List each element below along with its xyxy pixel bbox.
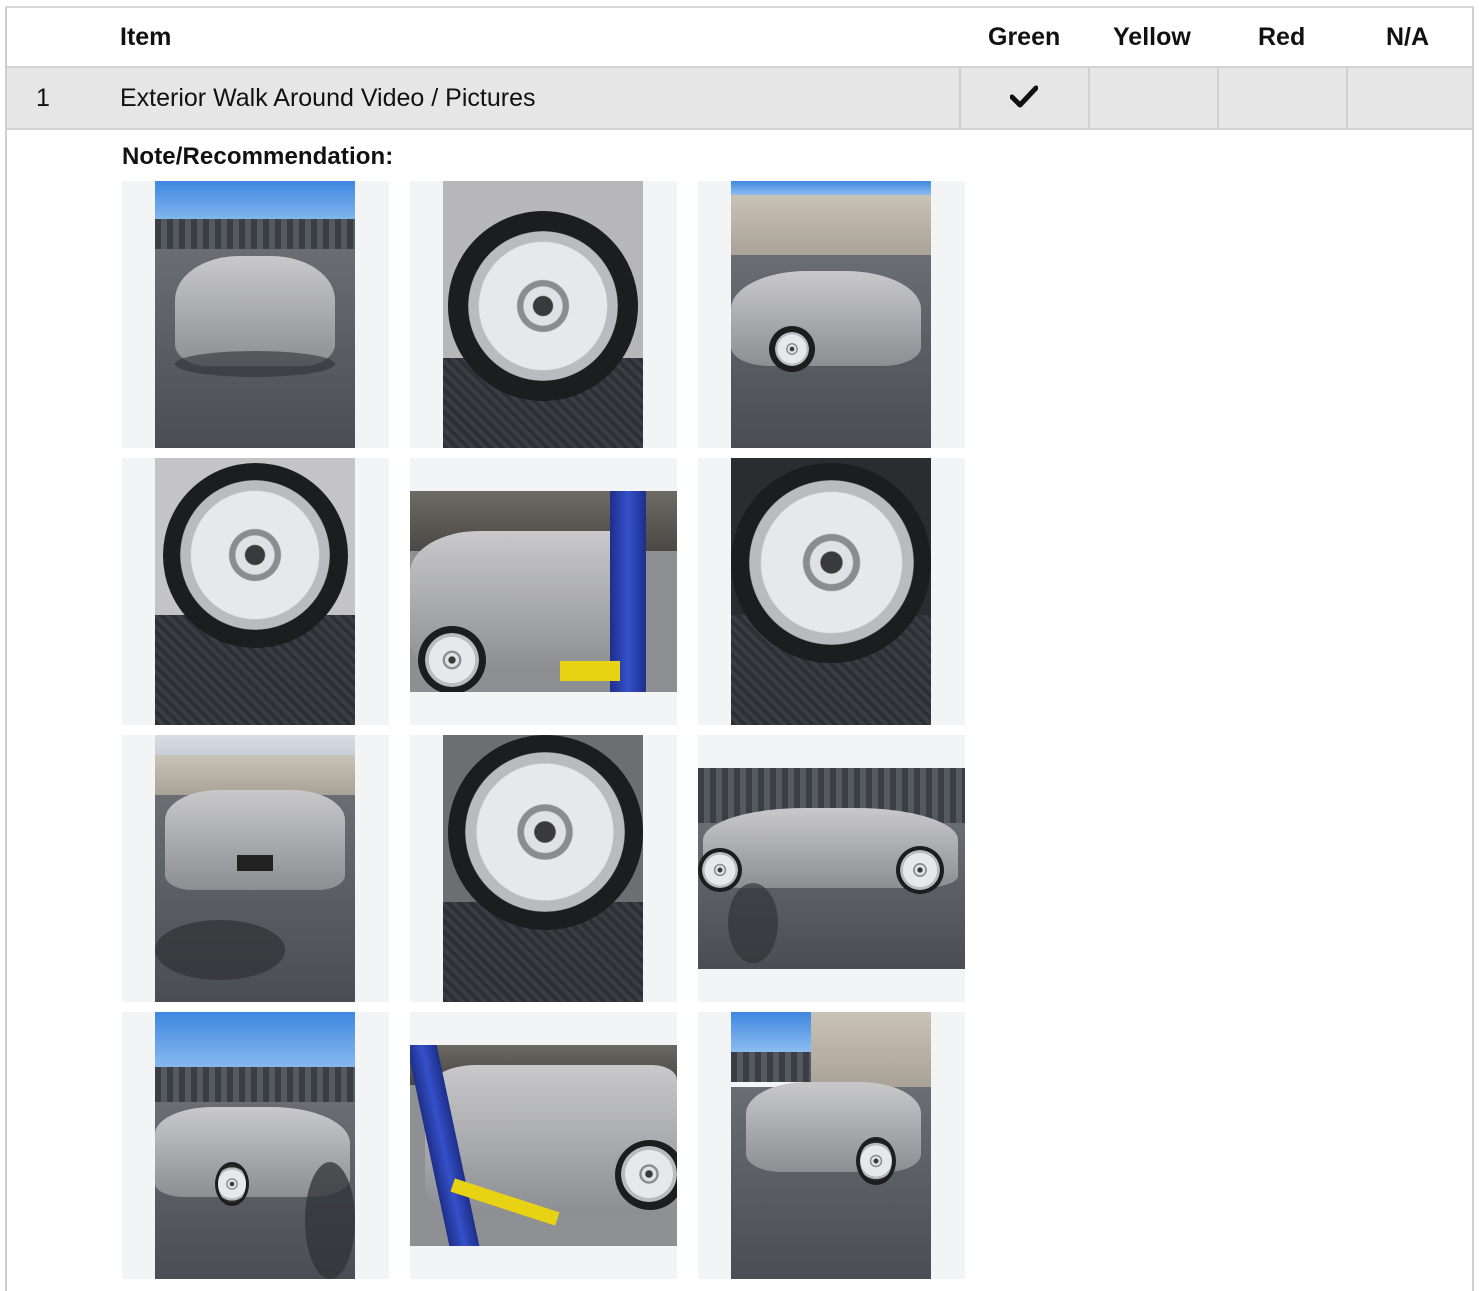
photo-tile[interactable]	[698, 735, 965, 1002]
rear-view-photo	[155, 735, 355, 1002]
photo-tile[interactable]	[410, 1012, 677, 1279]
header-green: Green	[988, 23, 1061, 51]
photo-tile[interactable]	[410, 458, 677, 725]
header-yellow: Yellow	[1113, 23, 1191, 51]
photo-tile[interactable]	[410, 735, 677, 1002]
side-on-lift-photo	[410, 1045, 677, 1246]
rear-quarter-photo	[731, 1012, 931, 1279]
column-divider	[1088, 68, 1090, 128]
photo-tile[interactable]	[122, 735, 389, 1002]
table-row: 1 Exterior Walk Around Video / Pictures	[7, 68, 1472, 130]
wheel-closeup-photo	[443, 181, 643, 448]
header-red: Red	[1258, 23, 1306, 51]
photo-tile[interactable]	[122, 181, 389, 448]
photo-tile[interactable]	[698, 1012, 965, 1279]
row-item-label: Exterior Walk Around Video / Pictures	[120, 84, 536, 112]
wheel-closeup-photo	[443, 735, 643, 1002]
photo-tile[interactable]	[698, 458, 965, 725]
table-header-row: Item Green Yellow Red N/A	[7, 8, 1472, 68]
front-view-photo	[155, 181, 355, 448]
row-number: 1	[36, 84, 50, 112]
checkmark-icon	[1010, 85, 1038, 108]
front-quarter-photo	[155, 1012, 355, 1279]
wheel-closeup-photo	[731, 458, 931, 725]
inspection-sheet: Item Green Yellow Red N/A 1 Exterior Wal…	[5, 6, 1474, 1291]
wheel-closeup-photo	[155, 458, 355, 725]
side-profile-photo	[698, 768, 965, 969]
photo-tile[interactable]	[698, 181, 965, 448]
column-divider	[1346, 68, 1348, 128]
photo-tile[interactable]	[410, 181, 677, 448]
photo-tile[interactable]	[122, 458, 389, 725]
header-na: N/A	[1386, 23, 1430, 51]
side-on-lift-photo	[410, 491, 677, 692]
photo-tile[interactable]	[122, 1012, 389, 1279]
note-recommendation-label: Note/Recommendation:	[122, 143, 394, 170]
header-item: Item	[120, 23, 172, 51]
rear-quarter-photo	[731, 181, 931, 448]
column-divider	[1217, 68, 1219, 128]
column-divider	[959, 68, 961, 128]
